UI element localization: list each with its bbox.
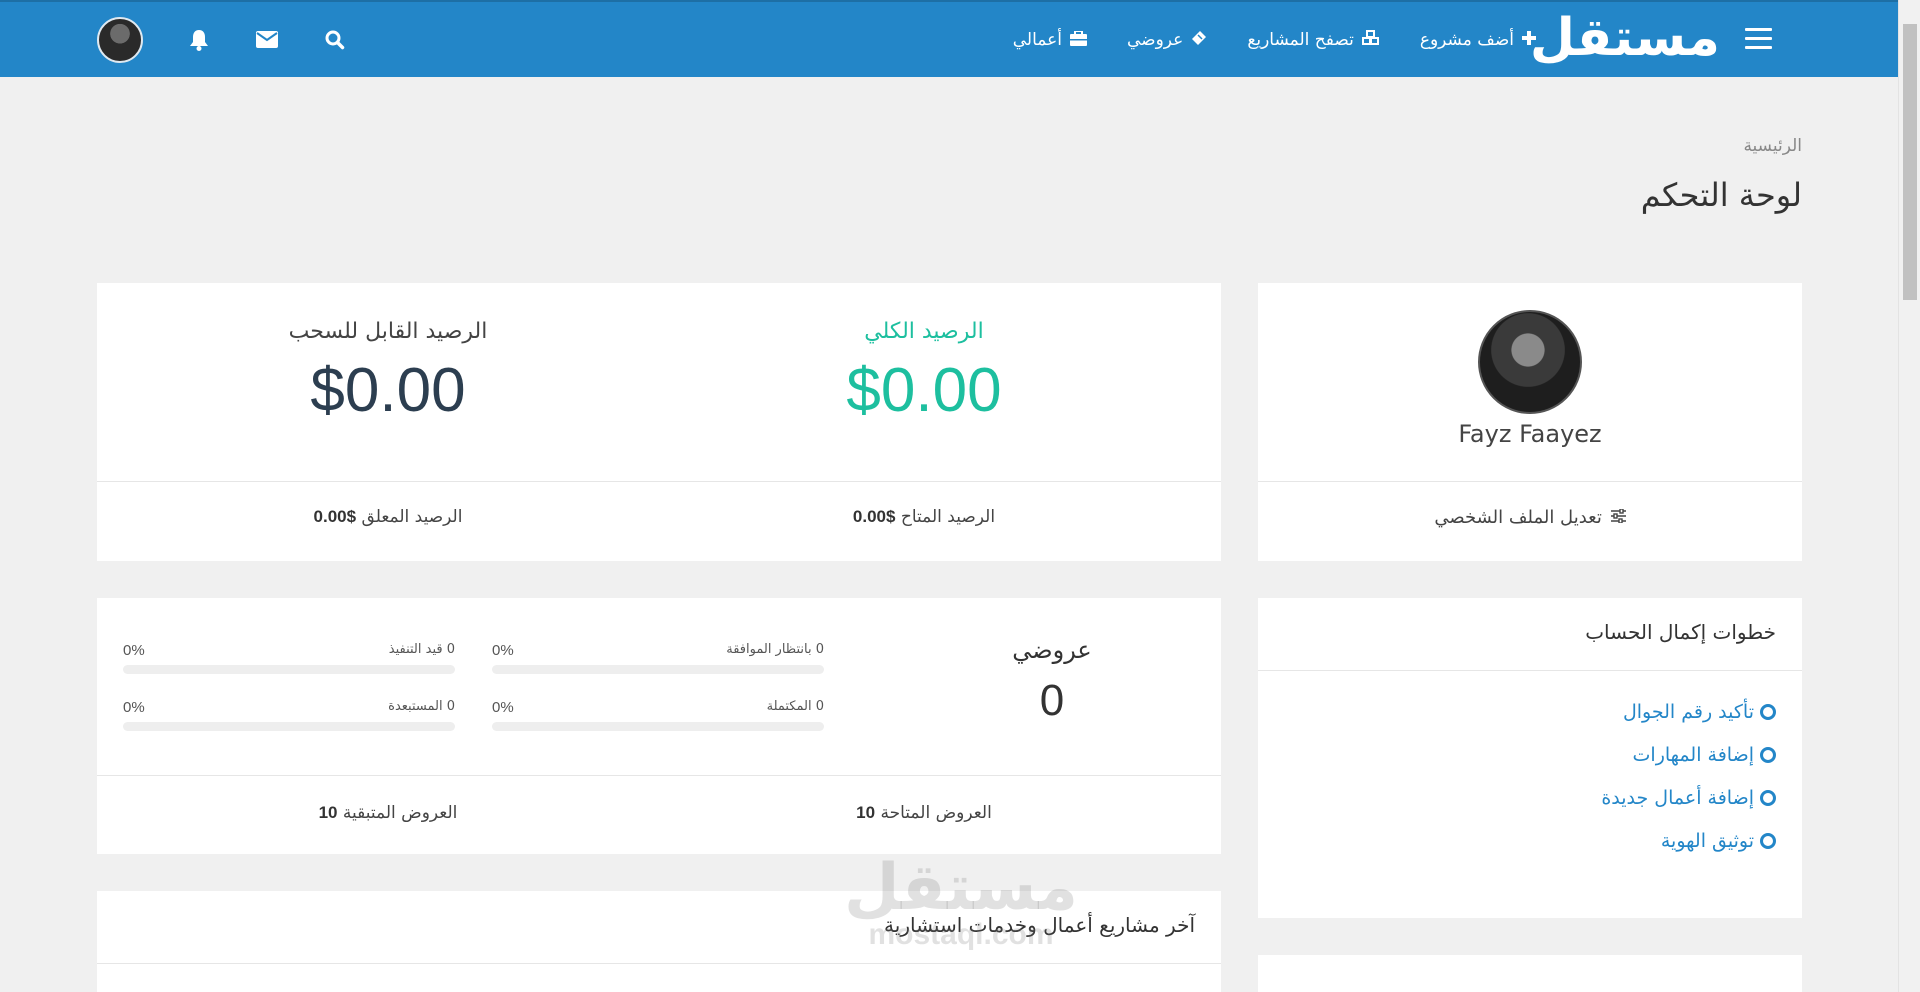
search-icon[interactable] — [323, 28, 347, 52]
bell-icon[interactable] — [187, 28, 211, 52]
latest-projects-card: آخر مشاريع أعمال وخدمات استشارية — [97, 891, 1221, 992]
profile-name[interactable]: Fayz Faayez — [1258, 420, 1802, 448]
stat-completed: 0 المكتملة 0% — [492, 699, 824, 731]
stat-label: 0 المستبعدة — [388, 699, 455, 714]
circle-icon — [1760, 790, 1776, 806]
step-verify-identity[interactable]: توثيق الهوية — [1601, 830, 1776, 852]
divider — [1258, 481, 1802, 482]
progress-bar — [123, 722, 455, 731]
stat-percent: 0% — [492, 642, 514, 659]
nav-add-project[interactable]: أضف مشروع — [1420, 30, 1536, 50]
latest-projects-title[interactable]: آخر مشاريع أعمال وخدمات استشارية — [884, 913, 1195, 937]
divider — [1258, 670, 1802, 671]
withdrawable-balance-value: $0.00 — [310, 356, 466, 425]
offers-card: عروضي 0 0 بانتظار الموافقة 0% 0 قيد التنف… — [97, 598, 1221, 854]
main-nav: أضف مشروع تصفح المشاريع عروضي أعمالي — [1013, 2, 1536, 77]
progress-bar — [492, 722, 824, 731]
step-add-works[interactable]: إضافة أعمال جديدة — [1601, 787, 1776, 809]
stat-percent: 0% — [123, 699, 145, 716]
stat-label: 0 بانتظار الموافقة — [726, 642, 824, 657]
page-scrollbar[interactable] — [1898, 0, 1920, 992]
nav-browse-projects[interactable]: تصفح المشاريع — [1247, 30, 1380, 50]
total-balance-block: الرصيد الكلي $0.00 — [714, 319, 1134, 424]
available-balance-label: الرصيد المتاح — [900, 507, 996, 527]
nav-my-works-label: أعمالي — [1012, 29, 1062, 50]
nav-browse-projects-label: تصفح المشاريع — [1247, 29, 1354, 50]
stat-in-progress: 0 قيد التنفيذ 0% — [123, 642, 455, 674]
step-label: إضافة أعمال جديدة — [1601, 787, 1754, 809]
offers-remaining-label: العروض المتبقية — [342, 803, 458, 823]
account-steps-card: خطوات إكمال الحساب تأكيد رقم الجوال إضاف… — [1258, 598, 1802, 918]
navbar-inner: مستقل أضف مشروع تصفح المشاريع عروضي أعما… — [97, 2, 1780, 77]
available-balance-value: $0.00 — [852, 507, 896, 526]
divider — [97, 963, 1221, 964]
user-avatar[interactable] — [97, 16, 143, 63]
pending-balance-label: الرصيد المعلق — [361, 507, 463, 527]
stat-excluded: 0 المستبعدة 0% — [123, 699, 455, 731]
total-balance-value: $0.00 — [846, 356, 1002, 425]
edit-profile-label: تعديل الملف الشخصي — [1434, 507, 1602, 528]
nav-add-project-label: أضف مشروع — [1419, 29, 1514, 50]
circle-icon — [1760, 833, 1776, 849]
sliders-icon — [1606, 508, 1626, 527]
top-navbar: مستقل أضف مشروع تصفح المشاريع عروضي أعما… — [0, 0, 1898, 77]
edit-profile-link[interactable]: تعديل الملف الشخصي — [1258, 507, 1802, 528]
step-label: إضافة المهارات — [1632, 744, 1754, 766]
page-title: لوحة التحكم — [1640, 176, 1802, 214]
circle-icon — [1760, 747, 1776, 763]
offers-title[interactable]: عروضي — [967, 636, 1137, 664]
scrollbar-thumb[interactable] — [1903, 24, 1917, 300]
envelope-icon[interactable] — [255, 28, 279, 52]
nav-my-works[interactable]: أعمالي — [1012, 29, 1087, 50]
offers-count: 0 — [1039, 676, 1065, 725]
offers-summary: عروضي 0 — [967, 636, 1137, 726]
breadcrumb[interactable]: الرئيسية — [1743, 136, 1802, 156]
offers-available-label: العروض المتاحة — [880, 803, 992, 823]
briefcase-icon — [1069, 29, 1087, 49]
withdrawable-balance-block: الرصيد القابل للسحب $0.00 — [178, 319, 598, 424]
stat-label: 0 المكتملة — [766, 699, 824, 714]
divider — [97, 481, 1221, 482]
withdrawable-balance-label: الرصيد القابل للسحب — [288, 319, 488, 344]
stat-percent: 0% — [123, 642, 145, 659]
sidebar-card — [1258, 955, 1802, 992]
stat-percent: 0% — [492, 699, 514, 716]
offers-remaining: العروض المتبقية 10 — [178, 803, 598, 823]
profile-card: Fayz Faayez تعديل الملف الشخصي — [1258, 283, 1802, 561]
account-steps-title: خطوات إكمال الحساب — [1585, 620, 1776, 644]
stat-label: 0 قيد التنفيذ — [388, 642, 455, 657]
progress-bar — [492, 665, 824, 674]
profile-avatar[interactable] — [1478, 310, 1582, 414]
step-label: تأكيد رقم الجوال — [1622, 701, 1754, 723]
total-balance-label: الرصيد الكلي — [864, 319, 984, 344]
site-logo[interactable]: مستقل — [1530, 6, 1721, 70]
offers-remaining-value: 10 — [318, 803, 338, 822]
nav-my-offers[interactable]: عروضي — [1127, 30, 1207, 50]
account-steps-list: تأكيد رقم الجوال إضافة المهارات إضافة أع… — [1601, 701, 1776, 873]
available-balance: الرصيد المتاح $0.00 — [714, 507, 1134, 527]
pending-balance: الرصيد المعلق $0.00 — [178, 507, 598, 527]
divider — [97, 775, 1221, 776]
step-add-skills[interactable]: إضافة المهارات — [1601, 744, 1776, 766]
step-label: توثيق الهوية — [1660, 830, 1754, 852]
nav-my-offers-label: عروضي — [1126, 29, 1184, 50]
menu-icon[interactable] — [1744, 28, 1772, 50]
ticket-icon — [1191, 30, 1207, 49]
balance-card: الرصيد الكلي $0.00 الرصيد القابل للسحب $… — [97, 283, 1221, 561]
circle-icon — [1760, 704, 1776, 720]
cubes-icon — [1361, 30, 1380, 49]
nav-user-tools — [97, 2, 347, 77]
progress-bar — [123, 665, 455, 674]
step-verify-phone[interactable]: تأكيد رقم الجوال — [1601, 701, 1776, 723]
stat-pending: 0 بانتظار الموافقة 0% — [492, 642, 824, 674]
offers-available-value: 10 — [856, 803, 876, 822]
pending-balance-value: $0.00 — [313, 507, 357, 526]
offers-available: العروض المتاحة 10 — [714, 803, 1134, 823]
plus-icon — [1522, 31, 1536, 48]
